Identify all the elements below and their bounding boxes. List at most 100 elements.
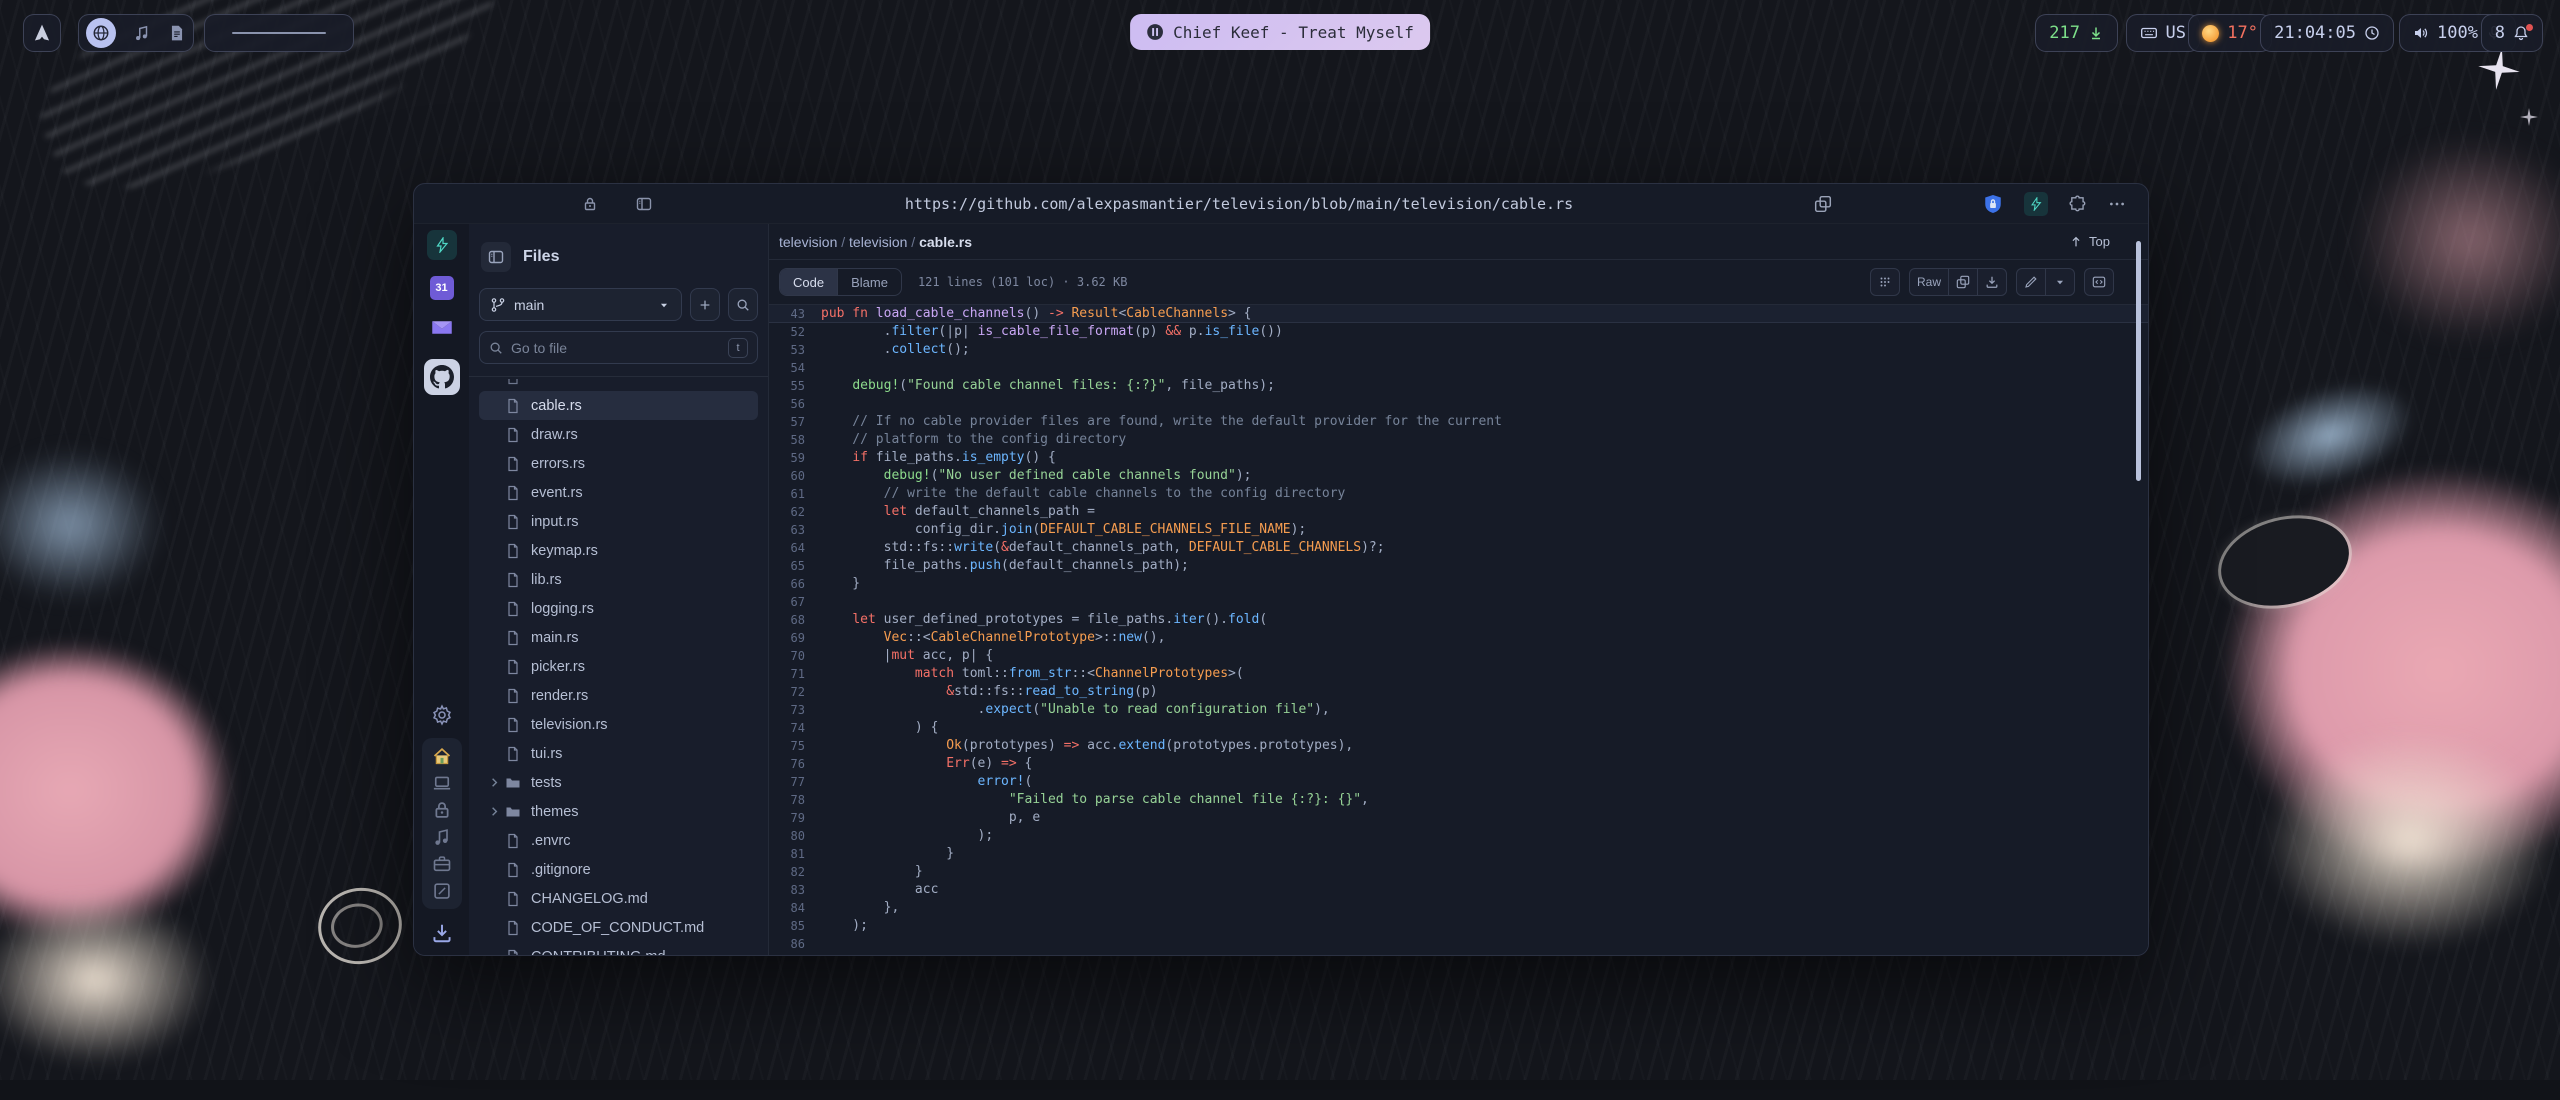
lock-icon[interactable]	[432, 800, 452, 820]
mail-dock-button[interactable]	[430, 315, 454, 339]
tab-code[interactable]: Code	[780, 269, 838, 295]
code-viewer[interactable]: 43pub fn load_cable_channels() -> Result…	[769, 304, 2148, 956]
tree-item-picker.rs[interactable]: picker.rs	[479, 652, 758, 681]
page-scrollbar-thumb[interactable]	[2136, 241, 2141, 481]
code-line-77: 77 error!(	[769, 773, 2148, 791]
code-line-78: 78 "Failed to parse cable channel file {…	[769, 791, 2148, 809]
notifications-widget[interactable]: 8	[2481, 14, 2543, 52]
code-line-64: 64 std::fs::write(&default_channels_path…	[769, 539, 2148, 557]
downloads-icon[interactable]	[431, 922, 453, 944]
code-line-71: 71 match toml::from_str::<ChannelPrototy…	[769, 665, 2148, 683]
line-number: 86	[769, 935, 821, 953]
settings-gear-icon[interactable]	[431, 704, 453, 726]
goto-file-box[interactable]: t	[479, 331, 758, 364]
url-bar[interactable]: https://github.com/alexpasmantier/televi…	[905, 184, 1573, 224]
tree-item-input.rs[interactable]: input.rs	[479, 507, 758, 536]
tree-item-CONTRIBUTING.md[interactable]: CONTRIBUTING.md	[479, 942, 758, 956]
launcher-button[interactable]	[23, 14, 61, 52]
music-note-icon[interactable]	[432, 827, 452, 847]
bookmarks-icon[interactable]	[1814, 195, 1832, 213]
symbols-grid-icon	[1878, 275, 1892, 289]
document-app-icon[interactable]	[168, 24, 186, 42]
tree-item-keymap.rs[interactable]: keymap.rs	[479, 536, 758, 565]
goto-file-input[interactable]	[511, 340, 720, 356]
tree-item-label: logging.rs	[531, 601, 594, 617]
tree-item-tui.rs[interactable]: tui.rs	[479, 739, 758, 768]
tree-item-event.rs[interactable]: event.rs	[479, 478, 758, 507]
pause-icon	[1146, 23, 1164, 41]
new-file-button[interactable]	[690, 288, 720, 321]
media-player-widget[interactable]: Chief Keef - Treat Myself	[1130, 14, 1430, 50]
sidebar-toggle-icon[interactable]	[636, 196, 652, 212]
clock-widget[interactable]: 21:04:05	[2260, 14, 2394, 52]
tree-item-render.rs[interactable]: render.rs	[479, 681, 758, 710]
browser-app-button[interactable]	[86, 18, 116, 48]
line-number: 55	[769, 377, 821, 395]
code-line-54: 54	[769, 359, 2148, 377]
tree-item-CHANGELOG.md[interactable]: CHANGELOG.md	[479, 884, 758, 913]
back-to-top-link[interactable]: Top	[2069, 234, 2110, 249]
edit-dropdown-button[interactable]	[2045, 268, 2075, 296]
download-button[interactable]	[1977, 268, 2007, 296]
collapse-file-tree-button[interactable]	[481, 242, 511, 272]
code-line-67: 67	[769, 593, 2148, 611]
adblock-shield-icon[interactable]	[1983, 194, 2003, 214]
code-line-82: 82 }	[769, 863, 2148, 881]
lock-icon[interactable]	[582, 196, 598, 212]
music-app-icon[interactable]	[133, 24, 151, 42]
line-number: 63	[769, 521, 821, 539]
tree-item-label: CHANGELOG.md	[531, 891, 648, 907]
code-view-button[interactable]	[2084, 268, 2114, 296]
breadcrumb-part[interactable]: television	[849, 234, 907, 250]
tree-item-.gitignore[interactable]: .gitignore	[479, 855, 758, 884]
breadcrumb-part[interactable]: television	[779, 234, 837, 250]
darkreader-dock-button[interactable]	[427, 230, 457, 260]
line-number: 73	[769, 701, 821, 719]
folder-icon	[505, 775, 521, 791]
code-line-69: 69 Vec::<CableChannelPrototype>::new(),	[769, 629, 2148, 647]
browser-toolbar: https://github.com/alexpasmantier/televi…	[414, 184, 2148, 224]
speaker-icon	[2413, 25, 2429, 41]
calendar-dock-button[interactable]: 31	[430, 276, 454, 300]
tree-item-.envrc[interactable]: .envrc	[479, 826, 758, 855]
tree-item-CODE_OF_CONDUCT.md[interactable]: CODE_OF_CONDUCT.md	[479, 913, 758, 942]
search-files-button[interactable]	[728, 288, 758, 321]
menu-dots-icon[interactable]	[2108, 195, 2126, 213]
branch-selector[interactable]: main	[479, 288, 682, 321]
github-dock-button-active[interactable]	[424, 359, 460, 395]
tree-item-label: errors.rs	[531, 456, 585, 472]
raw-button[interactable]: Raw	[1909, 268, 1949, 296]
code-line-60: 60 debug!("No user defined cable channel…	[769, 467, 2148, 485]
tree-item-cable.rs[interactable]: cable.rs	[479, 391, 758, 420]
laptop-icon[interactable]	[432, 773, 452, 793]
line-number: 59	[769, 449, 821, 467]
tree-item-logging.rs[interactable]: logging.rs	[479, 594, 758, 623]
file-icon	[505, 717, 521, 733]
file-icon	[505, 427, 521, 443]
symbols-button[interactable]	[1870, 268, 1900, 296]
tree-item-television.rs[interactable]: television.rs	[479, 710, 758, 739]
tree-item-main.rs[interactable]: main.rs	[479, 623, 758, 652]
tab-blame[interactable]: Blame	[838, 269, 901, 295]
tree-item-themes[interactable]: themes	[479, 797, 758, 826]
notes-icon[interactable]	[432, 881, 452, 901]
tree-item-errors.rs[interactable]: errors.rs	[479, 449, 758, 478]
line-number: 57	[769, 413, 821, 431]
network-widget[interactable]: 217	[2035, 14, 2118, 52]
home-icon[interactable]	[432, 746, 452, 766]
breadcrumb-part[interactable]: cable.rs	[919, 234, 972, 250]
tree-item-label: draw.rs	[531, 427, 578, 443]
window-title-widget[interactable]	[204, 14, 354, 52]
edit-button[interactable]	[2016, 268, 2046, 296]
tree-item-lib.rs[interactable]: lib.rs	[479, 565, 758, 594]
darkreader-extension-button[interactable]	[2024, 192, 2048, 216]
copy-button[interactable]	[1948, 268, 1978, 296]
line-number: 81	[769, 845, 821, 863]
extensions-puzzle-icon[interactable]	[2069, 195, 2087, 213]
tree-item-tests[interactable]: tests	[479, 768, 758, 797]
code-line-53: 53 .collect();	[769, 341, 2148, 359]
tree-item-draw.rs[interactable]: draw.rs	[479, 420, 758, 449]
briefcase-icon[interactable]	[432, 854, 452, 874]
line-number: 74	[769, 719, 821, 737]
notification-dot	[2526, 24, 2533, 31]
